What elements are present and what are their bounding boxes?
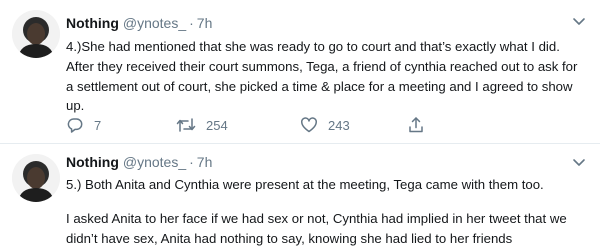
- author-handle[interactable]: @ynotes_: [123, 154, 186, 170]
- chevron-down-icon[interactable]: [570, 153, 588, 171]
- tweet-paragraph: I asked Anita to her face if we had sex …: [66, 210, 567, 246]
- chevron-down-icon[interactable]: [570, 12, 588, 30]
- share-icon: [409, 117, 423, 133]
- author-name[interactable]: Nothing: [66, 15, 119, 31]
- timestamp[interactable]: 7h: [197, 15, 213, 31]
- timestamp[interactable]: 7h: [197, 154, 213, 170]
- tweet-text: 5.) Both Anita and Cynthia were present …: [66, 175, 586, 248]
- reply-icon: [67, 118, 83, 133]
- heart-icon: [301, 117, 317, 133]
- tweet-header: Nothing @ynotes_ · 7h: [66, 14, 212, 32]
- tweet[interactable]: Nothing @ynotes_ · 7h 4.)She had mentioned …: [0, 0, 600, 143]
- retweet-button[interactable]: 254: [176, 114, 228, 136]
- author-handle[interactable]: @ynotes_: [123, 15, 186, 31]
- share-button[interactable]: [407, 114, 425, 136]
- retweet-icon: [176, 118, 196, 132]
- like-button[interactable]: 243: [300, 114, 350, 136]
- tweet-header: Nothing @ynotes_ · 7h: [66, 153, 212, 171]
- tweet-paragraph: 5.) Both Anita and Cynthia were present …: [66, 177, 544, 192]
- reply-count: 7: [94, 117, 102, 133]
- separator: ·: [189, 15, 194, 31]
- tweet[interactable]: Nothing @ynotes_ · 7h 5.) Both Anita and Cy…: [0, 143, 600, 250]
- reply-button[interactable]: 7: [66, 114, 101, 136]
- like-count: 243: [328, 117, 350, 133]
- tweet-paragraph: 4.)She had mentioned that she was ready …: [66, 39, 578, 114]
- avatar[interactable]: [12, 10, 60, 58]
- author-name[interactable]: Nothing: [66, 154, 119, 170]
- separator: ·: [189, 154, 194, 170]
- retweet-count: 254: [206, 117, 228, 133]
- avatar-image: [12, 10, 60, 58]
- tweet-text: 4.)She had mentioned that she was ready …: [66, 37, 586, 116]
- avatar-image: [12, 154, 60, 202]
- tweet-actions: 7 254 243: [66, 114, 506, 136]
- timeline: Nothing @ynotes_ · 7h 4.)She had mentioned …: [0, 0, 600, 250]
- avatar[interactable]: [12, 154, 60, 202]
